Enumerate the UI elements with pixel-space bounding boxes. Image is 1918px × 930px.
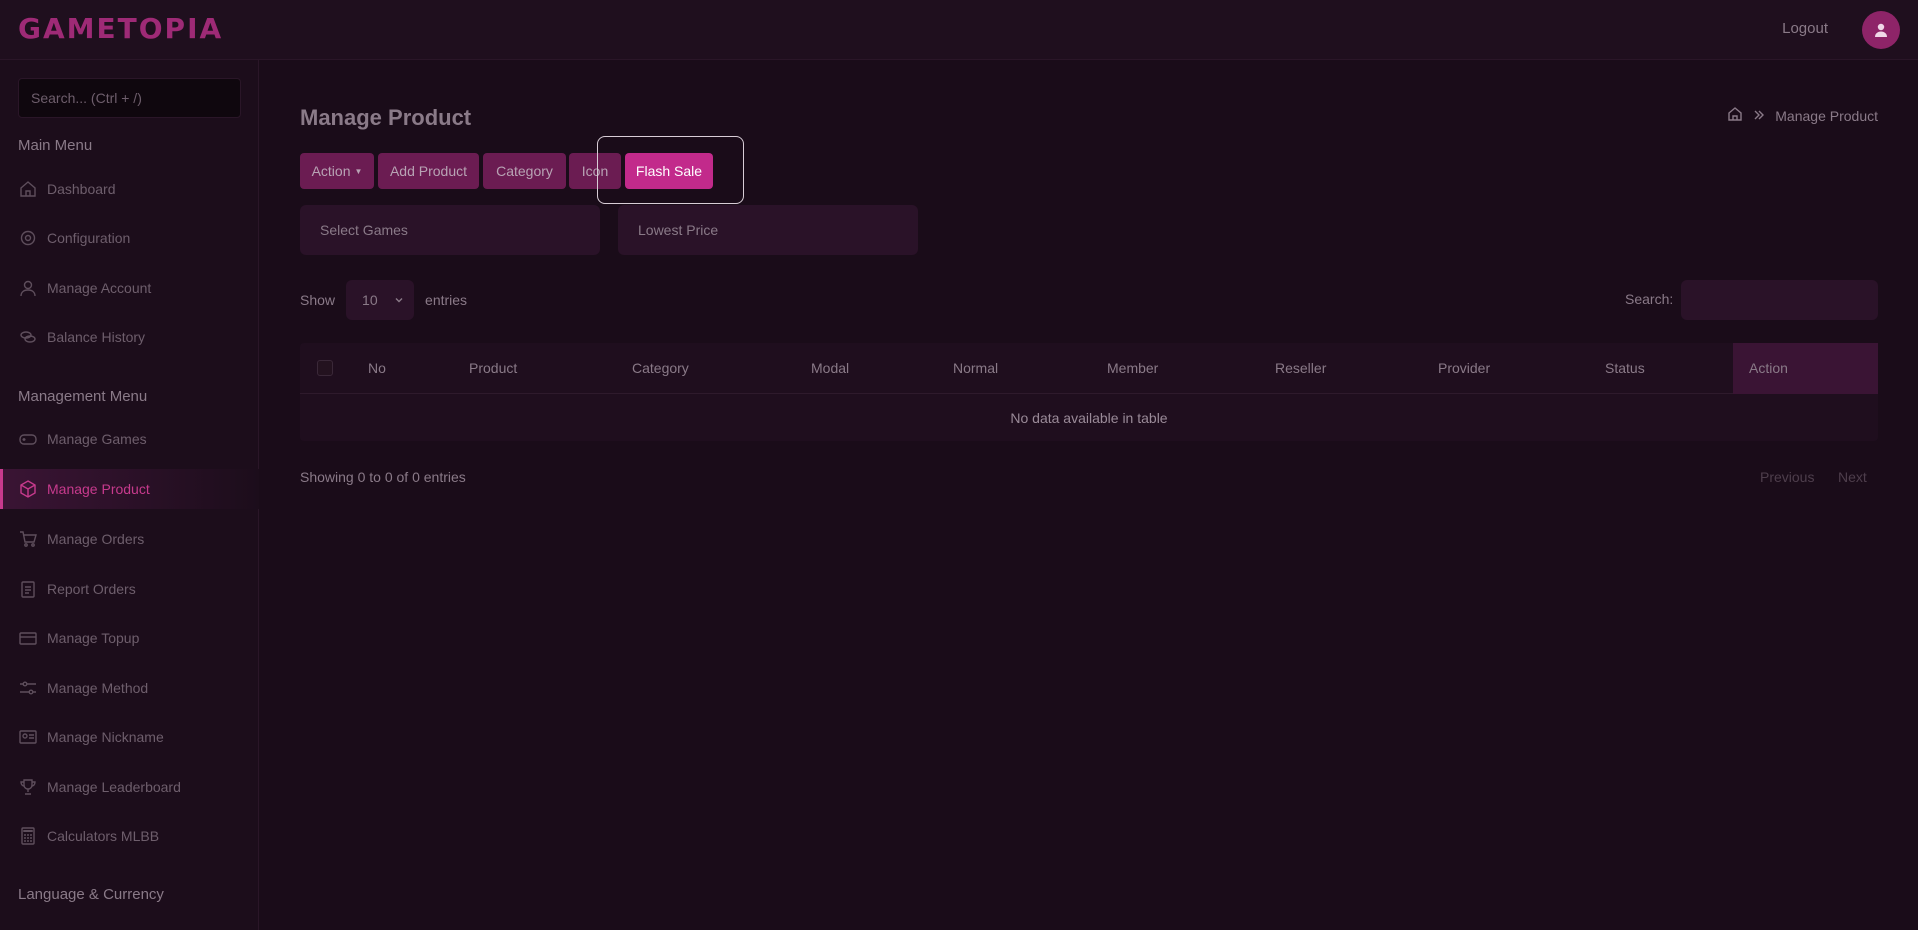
select-games-dropdown[interactable]: Select Games	[300, 205, 600, 255]
sidebar-item-manage-account[interactable]: Manage Account	[0, 268, 259, 308]
sidebar-item-report-orders[interactable]: Report Orders	[0, 569, 259, 609]
action-dropdown-button[interactable]: Action ▼	[300, 153, 374, 189]
column-header-product[interactable]: Product	[469, 360, 517, 376]
id-card-icon	[18, 727, 38, 747]
home-icon[interactable]	[1727, 106, 1743, 125]
sidebar-item-balance-history[interactable]: Balance History	[0, 317, 259, 357]
column-header-category[interactable]: Category	[632, 360, 689, 376]
sidebar-item-label: Calculators MLBB	[47, 828, 160, 844]
sidebar-item-manage-nickname[interactable]: Manage Nickname	[0, 717, 259, 757]
sidebar-item-label: Manage Leaderboard	[47, 779, 181, 795]
sidebar-item-label: Manage Orders	[47, 531, 145, 547]
home-icon	[18, 179, 38, 199]
column-header-reseller[interactable]: Reseller	[1275, 360, 1326, 376]
cart-icon	[18, 529, 38, 549]
clipboard-icon	[18, 579, 38, 599]
category-button[interactable]: Category	[483, 153, 566, 189]
sidebar: Search... (Ctrl + /) Main Menu Dashboard…	[0, 60, 259, 930]
sidebar-item-label: Manage Nickname	[47, 729, 164, 745]
user-icon	[1875, 23, 1887, 37]
entries-length-control: Show 10 entries	[300, 280, 467, 320]
table-empty-message: No data available in table	[1010, 410, 1168, 426]
sliders-icon	[18, 678, 38, 698]
sidebar-item-manage-topup[interactable]: Manage Topup	[0, 618, 259, 658]
table-info: Showing 0 to 0 of 0 entries	[300, 469, 466, 485]
sidebar-item-label: Manage Topup	[47, 630, 140, 646]
sidebar-search-input[interactable]: Search... (Ctrl + /)	[18, 78, 241, 118]
breadcrumb: Manage Product	[1727, 106, 1878, 125]
sidebar-item-manage-method[interactable]: Manage Method	[0, 668, 259, 708]
sidebar-item-label: Manage Product	[47, 481, 150, 497]
sidebar-item-manage-leaderboard[interactable]: Manage Leaderboard	[0, 767, 259, 807]
wallet-icon	[18, 628, 38, 648]
action-label: Action	[311, 163, 351, 179]
product-table: No Product Category Modal Normal Member …	[300, 343, 1878, 441]
gamepad-icon	[18, 429, 38, 449]
trophy-icon	[18, 777, 38, 797]
sidebar-item-calculators-mlbb[interactable]: Calculators MLBB	[0, 816, 259, 856]
gear-icon	[18, 228, 38, 248]
sidebar-item-label: Balance History	[47, 329, 146, 345]
coins-icon	[18, 327, 38, 347]
next-page-button[interactable]: Next	[1838, 469, 1867, 485]
column-header-no[interactable]: No	[368, 360, 386, 376]
column-header-member[interactable]: Member	[1107, 360, 1158, 376]
caret-down-icon: ▼	[354, 166, 363, 176]
focus-highlight	[597, 136, 744, 204]
column-header-action[interactable]: Action	[1749, 360, 1788, 376]
user-avatar[interactable]	[1862, 11, 1900, 49]
column-header-normal[interactable]: Normal	[953, 360, 998, 376]
user-icon	[18, 278, 38, 298]
table-header: No Product Category Modal Normal Member …	[300, 343, 1878, 394]
chevrons-right-icon	[1753, 108, 1765, 124]
sidebar-item-label: Manage Games	[47, 431, 147, 447]
column-header-provider[interactable]: Provider	[1438, 360, 1490, 376]
sidebar-item-manage-orders[interactable]: Manage Orders	[0, 519, 259, 559]
sidebar-item-label: Manage Account	[47, 280, 152, 296]
page-title: Manage Product	[300, 105, 472, 130]
sidebar-item-manage-games[interactable]: Manage Games	[0, 419, 259, 459]
column-header-modal[interactable]: Modal	[811, 360, 849, 376]
lowest-price-dropdown[interactable]: Lowest Price	[618, 205, 918, 255]
logout-link[interactable]: Logout	[1782, 20, 1828, 37]
sidebar-item-dashboard[interactable]: Dashboard	[0, 169, 259, 209]
add-product-button[interactable]: Add Product	[378, 153, 479, 189]
table-search-label: Search:	[1625, 291, 1674, 307]
entries-label: entries	[425, 292, 468, 308]
main-menu-heading: Main Menu	[18, 137, 93, 154]
sidebar-item-label: Configuration	[47, 230, 131, 246]
sidebar-item-label: Report Orders	[47, 581, 136, 597]
sidebar-item-label: Dashboard	[47, 181, 116, 197]
top-bar: GAMETOPIA Logout	[0, 0, 1918, 60]
column-header-status[interactable]: Status	[1605, 360, 1645, 376]
calculator-icon	[18, 826, 38, 846]
entries-length-select[interactable]: 10	[346, 280, 415, 320]
app-logo[interactable]: GAMETOPIA	[18, 12, 223, 45]
management-menu-heading: Management Menu	[18, 388, 148, 405]
sidebar-item-manage-product[interactable]: Manage Product	[0, 469, 259, 509]
sidebar-item-label: Manage Method	[47, 680, 149, 696]
sidebar-item-configuration[interactable]: Configuration	[0, 218, 259, 258]
show-label: Show	[300, 292, 336, 308]
box-icon	[18, 479, 38, 499]
previous-page-button[interactable]: Previous	[1760, 469, 1814, 485]
select-all-checkbox[interactable]	[317, 360, 333, 376]
breadcrumb-current: Manage Product	[1775, 107, 1878, 124]
entries-length-value: 10	[362, 292, 378, 308]
language-currency-heading: Language & Currency	[18, 886, 164, 903]
chevron-down-icon	[394, 292, 404, 308]
table-search-input[interactable]	[1681, 280, 1878, 320]
